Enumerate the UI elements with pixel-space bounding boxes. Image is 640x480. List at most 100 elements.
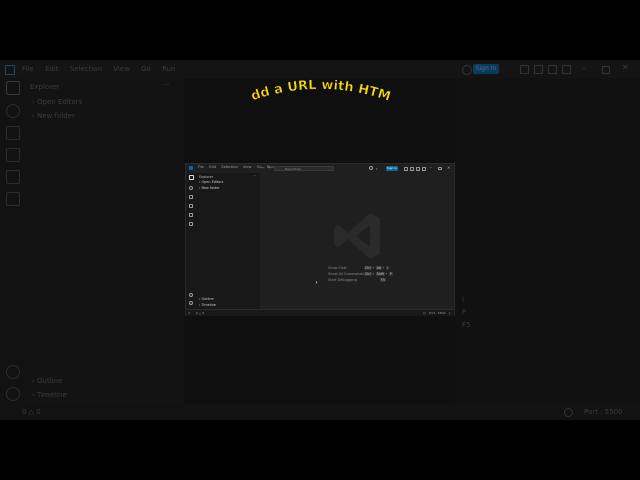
menu-run[interactable]: Run — [162, 65, 175, 73]
close-icon[interactable]: ✕ — [447, 165, 450, 170]
svg-text:Add a URL with HTML: Add a URL with HTML — [230, 70, 392, 105]
kbd-key: I — [385, 266, 389, 270]
copilot-chevron-icon[interactable]: ▾ — [376, 167, 378, 171]
sidebar-toggle-icon[interactable] — [410, 166, 414, 171]
menu-selection[interactable]: Selection — [70, 65, 102, 73]
menu-view[interactable]: View — [113, 65, 130, 73]
shortcut-label: Show Chat — [328, 266, 347, 270]
shortcut-row: Start Debugging — [328, 278, 357, 282]
settings-gear-icon[interactable] — [6, 387, 20, 401]
panel-toggle-icon[interactable] — [548, 65, 557, 74]
copilot-icon[interactable] — [462, 65, 472, 75]
more-actions-icon[interactable]: ··· — [163, 81, 170, 89]
shortcut-keys: Ctrl+ Alt+ I — [364, 266, 389, 270]
status-problems[interactable]: 0 △ 0 — [196, 310, 204, 316]
layout-icon[interactable] — [520, 65, 529, 74]
headline-text: Add a URL with HTML — [230, 70, 393, 105]
sign-in-button[interactable]: Sign In — [386, 165, 398, 171]
menu-edit[interactable]: Edit — [45, 65, 59, 73]
background-status-problems[interactable]: 0 △ 0 — [22, 408, 41, 416]
minimize-icon[interactable]: – — [582, 64, 586, 73]
remote-explorer-icon[interactable] — [189, 222, 193, 226]
source-control-icon[interactable] — [6, 126, 20, 140]
screen: { "headline": "Add a URL with HTML", "co… — [0, 0, 640, 480]
outline-section[interactable]: › Outline — [32, 377, 62, 385]
open-editors-section[interactable]: › Open Editors — [199, 180, 223, 184]
outline-section[interactable]: › Outline — [199, 297, 214, 301]
search-icon[interactable] — [189, 186, 193, 190]
extensions-icon[interactable] — [189, 213, 193, 217]
copilot-icon[interactable] — [369, 166, 373, 170]
vscode-logo-icon — [189, 166, 193, 170]
more-actions-icon[interactable]: ··· — [253, 174, 256, 178]
kbd-key: Alt — [375, 266, 382, 270]
menu-file[interactable]: File — [198, 165, 204, 169]
shortcut-label: Start Debugging — [328, 278, 357, 282]
new-folder-section[interactable]: › New folder — [32, 112, 75, 120]
back-arrow-icon[interactable]: ← — [262, 165, 265, 170]
background-sidebar — [24, 78, 184, 420]
copilot-status-icon[interactable] — [564, 408, 573, 417]
maximize-icon[interactable] — [438, 166, 442, 170]
open-editors-section[interactable]: › Open Editors — [32, 98, 82, 106]
menu-file[interactable]: File — [22, 65, 34, 73]
kbd-key: Ctrl — [364, 266, 372, 270]
background-status-port[interactable]: Port : 5500 — [584, 408, 623, 416]
background-status-bar — [0, 404, 640, 420]
account-icon[interactable] — [189, 293, 193, 297]
vscode-logo-icon — [5, 65, 15, 75]
editor-area: Show Chat Ctrl+ Alt+ I Show All Commands C… — [260, 173, 454, 309]
run-debug-icon[interactable] — [189, 204, 193, 208]
background-shortcut-key-2: P — [462, 308, 467, 316]
background-editor-area — [455, 78, 640, 420]
command-center-search[interactable]: New folder — [274, 165, 334, 171]
notifications-bell-icon[interactable]: ♫ — [448, 310, 451, 316]
kbd-key: F5 — [380, 278, 386, 282]
menu-selection[interactable]: Selection — [221, 165, 238, 169]
sidebar-title: Explorer — [199, 174, 214, 179]
menu-go[interactable]: Go — [257, 165, 262, 169]
timeline-section[interactable]: › Timeline — [199, 303, 216, 307]
copilot-status-icon[interactable]: ◎ — [423, 310, 426, 316]
search-icon[interactable] — [6, 104, 20, 118]
forward-arrow-icon[interactable]: → — [267, 165, 270, 170]
explorer-icon[interactable] — [6, 81, 20, 95]
extensions-icon[interactable] — [6, 170, 20, 184]
kbd-key: Ctrl — [364, 272, 372, 276]
source-control-icon[interactable] — [189, 195, 193, 199]
background-sidebar-title: Explorer — [30, 83, 60, 91]
status-port[interactable]: Port : 5500 — [429, 310, 446, 316]
shortcut-label: Show All Commands — [328, 272, 364, 276]
background-shortcut-key-1: I — [462, 296, 465, 304]
mouse-cursor-icon — [316, 281, 317, 284]
background-menu: File Edit Selection View Go Run — [22, 65, 185, 73]
settings-gear-icon[interactable] — [189, 301, 193, 305]
secondary-sidebar-icon[interactable] — [422, 166, 426, 171]
account-icon[interactable] — [6, 365, 20, 379]
explorer-icon[interactable] — [189, 175, 194, 180]
background-sign-in-button[interactable]: Sign In — [473, 64, 499, 74]
panel-toggle-icon[interactable] — [416, 166, 420, 171]
shortcut-row: Show Chat — [328, 266, 347, 270]
vscode-watermark-icon — [334, 213, 380, 259]
minimize-icon[interactable]: – — [430, 165, 432, 170]
shortcut-keys: F5 — [379, 278, 386, 282]
vscode-window: File Edit Selection View Go Run ··· ← → … — [185, 163, 455, 316]
headline-label: Add a URL with HTML — [230, 70, 393, 105]
secondary-sidebar-icon[interactable] — [562, 65, 571, 74]
maximize-icon[interactable] — [602, 66, 610, 74]
remote-explorer-icon[interactable] — [6, 192, 20, 206]
menu-edit[interactable]: Edit — [209, 165, 216, 169]
sidebar-toggle-icon[interactable] — [534, 65, 543, 74]
status-bar: ⨯ 0 △ 0 ◎ Port : 5500 ♫ — [186, 309, 454, 316]
menu-go[interactable]: Go — [141, 65, 151, 73]
kbd-key: P — [388, 272, 393, 276]
layout-icon[interactable] — [404, 166, 408, 171]
timeline-section[interactable]: › Timeline — [32, 391, 67, 399]
new-folder-section[interactable]: › New folder — [199, 186, 220, 190]
remote-indicator-icon[interactable]: ⨯ — [188, 310, 191, 316]
close-icon[interactable]: ✕ — [622, 63, 629, 72]
kbd-key: Shift — [375, 272, 385, 276]
run-debug-icon[interactable] — [6, 148, 20, 162]
menu-view[interactable]: View — [243, 165, 252, 169]
